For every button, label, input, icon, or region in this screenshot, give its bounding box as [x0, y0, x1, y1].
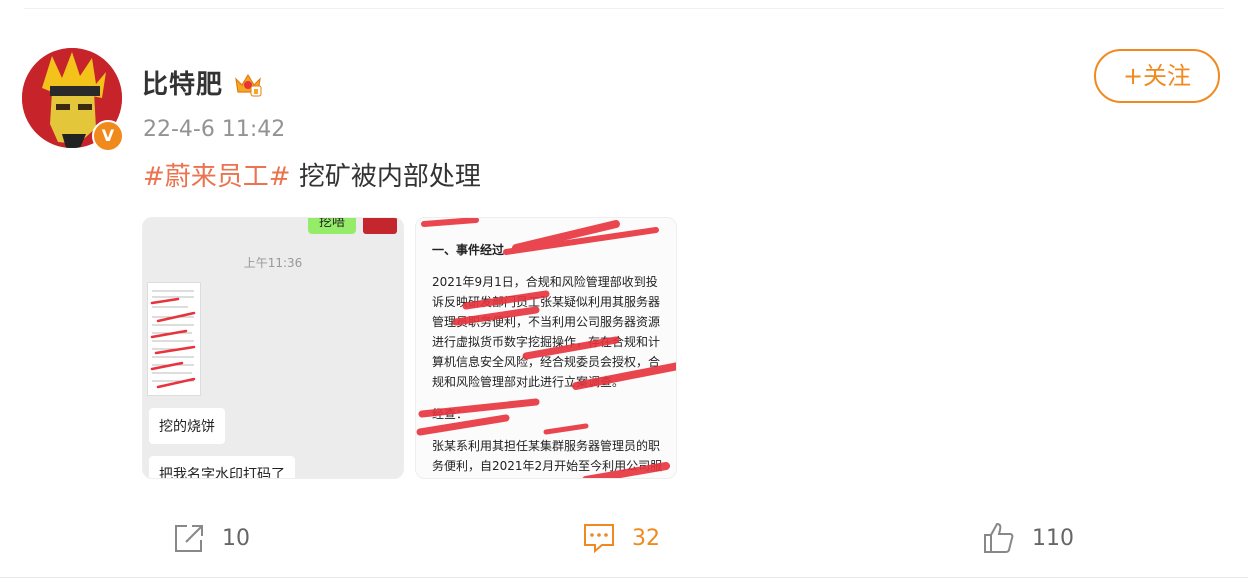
- redaction-marks: [416, 218, 676, 478]
- comment-icon: [584, 524, 614, 554]
- chat-image-thumbnail: [147, 282, 201, 396]
- comment-action[interactable]: 32: [582, 518, 660, 558]
- post-image-document[interactable]: 一、事件经过 2021年9月1日，合规和风险管理部收到投诉反映研发部门员工张某疑…: [415, 217, 677, 479]
- chat-message: 把我名字水印打码了: [149, 456, 295, 478]
- hashtag-link[interactable]: #蔚来员工#: [143, 162, 291, 192]
- post-text: 挖矿被内部处理: [290, 162, 481, 192]
- username[interactable]: 比特肥: [142, 64, 223, 101]
- like-count: 110: [1032, 525, 1074, 551]
- thumbnail-lines: [150, 290, 196, 389]
- share-count: 10: [222, 525, 250, 551]
- like-action[interactable]: 110: [982, 518, 1074, 558]
- chat-bubble-top: 挖唔: [308, 218, 356, 234]
- chat-avatar-thumbnail: [363, 218, 397, 234]
- share-icon: [175, 525, 203, 552]
- verified-badge: V: [92, 120, 124, 152]
- comment-count: 32: [632, 525, 660, 551]
- thumbs-up-icon: [984, 522, 1014, 553]
- chat-time: 上午11:36: [243, 256, 303, 270]
- post-image-chat[interactable]: 挖唔 上午11:36 挖的烧饼 把我名字水印打码了: [142, 217, 404, 479]
- top-divider: [24, 8, 1224, 9]
- post-timestamp[interactable]: 22-4-6 11:42: [143, 117, 285, 142]
- post-content: #蔚来员工# 挖矿被内部处理: [143, 156, 481, 193]
- chat-message: 挖的烧饼: [149, 408, 225, 444]
- share-action[interactable]: 10: [172, 518, 250, 558]
- vip-crown-icon[interactable]: [233, 70, 263, 98]
- follow-button[interactable]: +关注: [1094, 49, 1220, 103]
